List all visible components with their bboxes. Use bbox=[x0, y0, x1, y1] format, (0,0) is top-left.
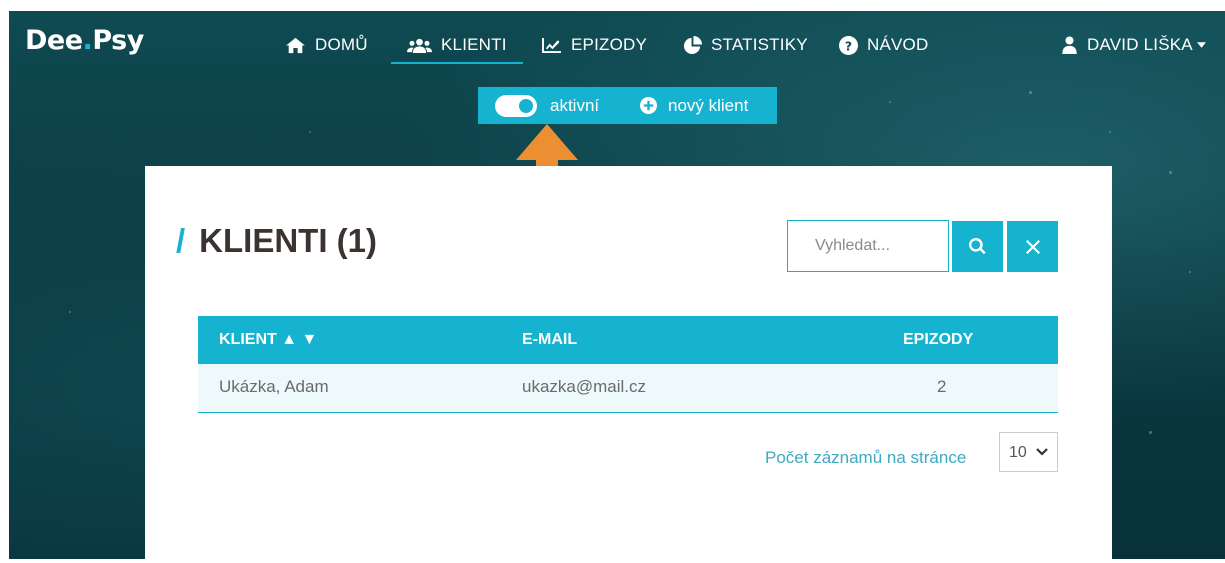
logo-dot: . bbox=[82, 25, 93, 56]
question-circle-icon: ? bbox=[839, 35, 858, 55]
new-client-label: nový klient bbox=[668, 96, 749, 115]
client-filter-bar: aktivní nový klient bbox=[478, 87, 777, 124]
plus-circle-icon bbox=[640, 97, 657, 114]
nav-item-statistiky[interactable]: STATISTIKY bbox=[683, 28, 808, 62]
cell-episodes: 2 bbox=[937, 377, 947, 396]
clients-card: / KLIENTI (1) KLIENT ▲ ▼ E-MAIL EPIZODY U… bbox=[145, 166, 1112, 559]
background-speck bbox=[1149, 431, 1152, 434]
user-icon bbox=[1062, 36, 1077, 54]
cell-client[interactable]: Ukázka, Adam bbox=[219, 377, 329, 397]
title-slash: / bbox=[176, 222, 186, 259]
app-window: Dee.Psy DOMŮ KLIENTI EPIZODY STATISTIKY … bbox=[9, 11, 1225, 559]
user-name: DAVID LIŠKA bbox=[1087, 35, 1193, 54]
background-speck bbox=[1029, 91, 1032, 94]
deepsy-logo[interactable]: Dee.Psy bbox=[25, 25, 144, 56]
column-header-email: E-MAIL bbox=[522, 331, 578, 348]
close-icon bbox=[1025, 239, 1040, 254]
column-header-episodes: EPIZODY bbox=[903, 331, 974, 348]
table-header: KLIENT ▲ ▼ E-MAIL EPIZODY bbox=[198, 316, 1058, 364]
nav-label-klienti: KLIENTI bbox=[441, 35, 507, 54]
logo-text-dee: Dee bbox=[25, 25, 83, 56]
nav-item-epizody[interactable]: EPIZODY bbox=[541, 28, 647, 62]
background-speck bbox=[1189, 271, 1191, 273]
cell-email: ukazka@mail.cz bbox=[522, 377, 647, 396]
pie-chart-icon bbox=[683, 35, 702, 54]
page-title: / KLIENTI (1) bbox=[176, 222, 377, 260]
background-speck bbox=[309, 131, 311, 133]
table-row[interactable]: Ukázka, Adam ukazka@mail.cz 2 bbox=[198, 364, 1058, 413]
users-icon bbox=[407, 38, 432, 53]
toggle-knob bbox=[519, 99, 533, 113]
svg-text:?: ? bbox=[845, 39, 852, 53]
background-speck bbox=[889, 101, 891, 103]
nav-label-statistiky: STATISTIKY bbox=[711, 35, 808, 54]
nav-label-navod: NÁVOD bbox=[867, 35, 929, 54]
active-toggle[interactable] bbox=[495, 95, 537, 117]
user-menu[interactable]: DAVID LIŠKA bbox=[1061, 28, 1206, 62]
active-toggle-label: aktivní bbox=[550, 96, 600, 115]
search-input[interactable] bbox=[787, 220, 949, 272]
column-header-client[interactable]: KLIENT ▲ ▼ bbox=[219, 331, 317, 349]
clear-search-button[interactable] bbox=[1007, 221, 1058, 272]
background-speck bbox=[1169, 171, 1172, 174]
home-icon bbox=[286, 37, 305, 53]
per-page-select[interactable]: 10 bbox=[999, 432, 1058, 472]
background-speck bbox=[69, 311, 71, 313]
logo-text-psy: Psy bbox=[92, 25, 144, 56]
per-page-label: Počet záznamů na stránce bbox=[765, 448, 967, 467]
nav-label-epizody: EPIZODY bbox=[571, 35, 648, 54]
background-speck bbox=[1109, 131, 1111, 133]
caret-down-icon bbox=[1196, 42, 1206, 48]
search-icon bbox=[969, 238, 986, 255]
per-page-value: 10 bbox=[1009, 444, 1027, 461]
nav-label-domu: DOMŮ bbox=[315, 35, 368, 54]
new-client-button[interactable]: nový klient bbox=[640, 87, 772, 124]
nav-item-navod[interactable]: ? NÁVOD bbox=[839, 28, 928, 62]
line-chart-icon bbox=[542, 37, 561, 53]
chevron-down-icon bbox=[1036, 448, 1048, 456]
page-title-text: KLIENTI (1) bbox=[199, 222, 377, 259]
nav-item-domu[interactable]: DOMŮ bbox=[285, 28, 368, 62]
nav-item-klienti[interactable]: KLIENTI bbox=[391, 28, 523, 64]
search-button[interactable] bbox=[952, 221, 1003, 272]
